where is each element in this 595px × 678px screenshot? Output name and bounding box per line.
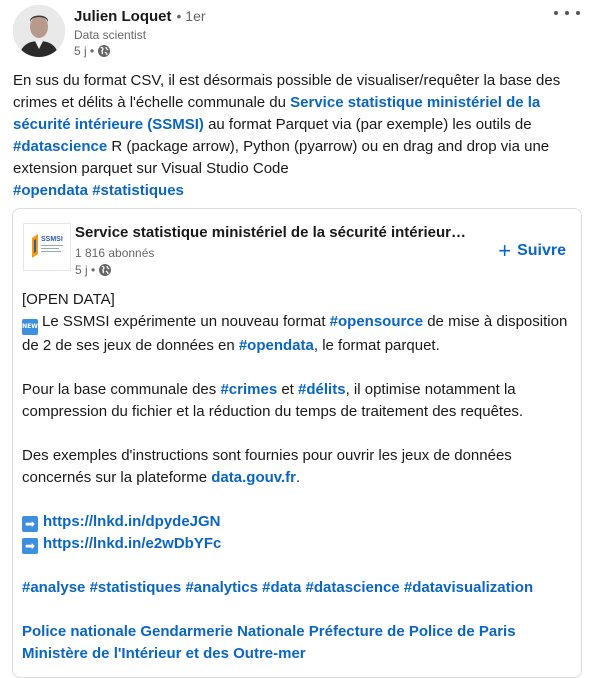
short-link-1[interactable]: https://lnkd.in/dpydeJGN bbox=[43, 513, 221, 530]
p3-text-b: . bbox=[296, 469, 301, 486]
mention-police-nationale[interactable]: Police nationale bbox=[22, 623, 136, 640]
hashtag-opendata[interactable]: #opendata bbox=[13, 182, 88, 199]
organization-logo[interactable]: SSMSI bbox=[23, 223, 71, 271]
mention-prefecture-police-paris[interactable]: Préfecture de Police de Paris bbox=[309, 623, 516, 640]
hashtag-delits[interactable]: #délits bbox=[298, 381, 346, 398]
short-link-2[interactable]: https://lnkd.in/e2wDbYFc bbox=[43, 535, 221, 552]
hashtag-list: #analyse #statistiques #analytics #data … bbox=[22, 577, 572, 599]
avatar[interactable] bbox=[13, 5, 65, 57]
post-paragraph: En sus du format CSV, il est désormais p… bbox=[13, 70, 573, 180]
post-hashtags: #opendata #statistiques bbox=[13, 180, 573, 202]
hashtag-analyse[interactable]: #analyse bbox=[22, 579, 85, 596]
arrow-right-icon: ➡ bbox=[22, 516, 38, 532]
hashtag-datavisualization[interactable]: #datavisualization bbox=[404, 579, 533, 596]
hashtag-datascience[interactable]: #datascience bbox=[13, 138, 107, 155]
hashtag-statistiques-shared[interactable]: #statistiques bbox=[90, 579, 182, 596]
hashtag-datascience-shared[interactable]: #datascience bbox=[306, 579, 400, 596]
svg-text:SSMSI: SSMSI bbox=[41, 236, 63, 243]
author-headline: Data scientist bbox=[74, 28, 147, 42]
p1-text-c: , le format parquet. bbox=[313, 337, 440, 354]
p2-text-a: Pour la base communale des bbox=[22, 381, 221, 398]
organization-name[interactable]: Service statistique ministériel de la sé… bbox=[75, 224, 466, 241]
hashtag-opendata-shared[interactable]: #opendata bbox=[239, 337, 314, 354]
shared-post-card[interactable]: SSMSI Service statistique ministériel de… bbox=[12, 208, 582, 678]
link-line-1: ➡ https://lnkd.in/dpydeJGN bbox=[22, 511, 572, 533]
new-badge-icon: NEW bbox=[22, 319, 38, 335]
follow-button[interactable]: + Suivre bbox=[498, 239, 566, 263]
more-dot-icon bbox=[565, 11, 569, 15]
organization-followers: 1 816 abonnés bbox=[75, 246, 155, 260]
globe-icon bbox=[98, 45, 111, 57]
globe-icon bbox=[99, 264, 112, 276]
avatar-photo bbox=[13, 5, 65, 57]
author-name-text[interactable]: Julien Loquet bbox=[74, 8, 172, 25]
more-dot-icon bbox=[554, 11, 558, 15]
shared-paragraph-3: Des exemples d'instructions sont fournie… bbox=[22, 445, 572, 489]
author-name[interactable]: Julien Loquet • 1er bbox=[74, 8, 206, 25]
shared-paragraph-2: Pour la base communale des #crimes et #d… bbox=[22, 379, 572, 423]
data-gouv-link[interactable]: data.gouv.fr bbox=[211, 469, 296, 486]
shared-post-meta: 5 j • bbox=[75, 263, 112, 277]
hashtag-analytics[interactable]: #analytics bbox=[185, 579, 258, 596]
post-text: En sus du format CSV, il est désormais p… bbox=[13, 70, 573, 202]
hashtag-statistiques[interactable]: #statistiques bbox=[92, 182, 184, 199]
mention-gendarmerie-nationale[interactable]: Gendarmerie Nationale bbox=[140, 623, 304, 640]
post-meta: 5 j • bbox=[74, 44, 111, 58]
more-dot-icon bbox=[576, 11, 580, 15]
post-header: Julien Loquet • 1er Data scientist 5 j • bbox=[12, 5, 583, 61]
shared-post-text: [OPEN DATA] NEW Le SSMSI expérimente un n… bbox=[22, 289, 572, 665]
p2-text-b: et bbox=[277, 381, 299, 398]
ssmsi-logo-icon: SSMSI bbox=[24, 224, 70, 270]
hashtag-data[interactable]: #data bbox=[262, 579, 301, 596]
plus-icon: + bbox=[498, 238, 512, 263]
follow-label: Suivre bbox=[517, 242, 566, 259]
open-data-line: [OPEN DATA] bbox=[22, 291, 115, 308]
connection-degree: • 1er bbox=[176, 8, 206, 24]
hashtag-crimes[interactable]: #crimes bbox=[220, 381, 277, 398]
shared-paragraph-1: NEW Le SSMSI expérimente un nouveau forma… bbox=[22, 311, 572, 357]
post-time: 5 j • bbox=[74, 44, 95, 58]
hashtag-opensource[interactable]: #opensource bbox=[330, 313, 423, 330]
shared-post-time: 5 j • bbox=[75, 263, 96, 277]
arrow-right-icon: ➡ bbox=[22, 538, 38, 554]
mention-list: Police nationale Gendarmerie Nationale P… bbox=[22, 621, 572, 665]
post-text-middle: au format Parquet via (par exemple) les … bbox=[203, 116, 532, 133]
p1-text-a: Le SSMSI expérimente un nouveau format bbox=[42, 313, 330, 330]
link-line-2: ➡ https://lnkd.in/e2wDbYFc bbox=[22, 533, 572, 555]
mention-ministere-interieur[interactable]: Ministère de l'Intérieur et des Outre-me… bbox=[22, 645, 306, 662]
more-options-button[interactable] bbox=[554, 5, 580, 21]
